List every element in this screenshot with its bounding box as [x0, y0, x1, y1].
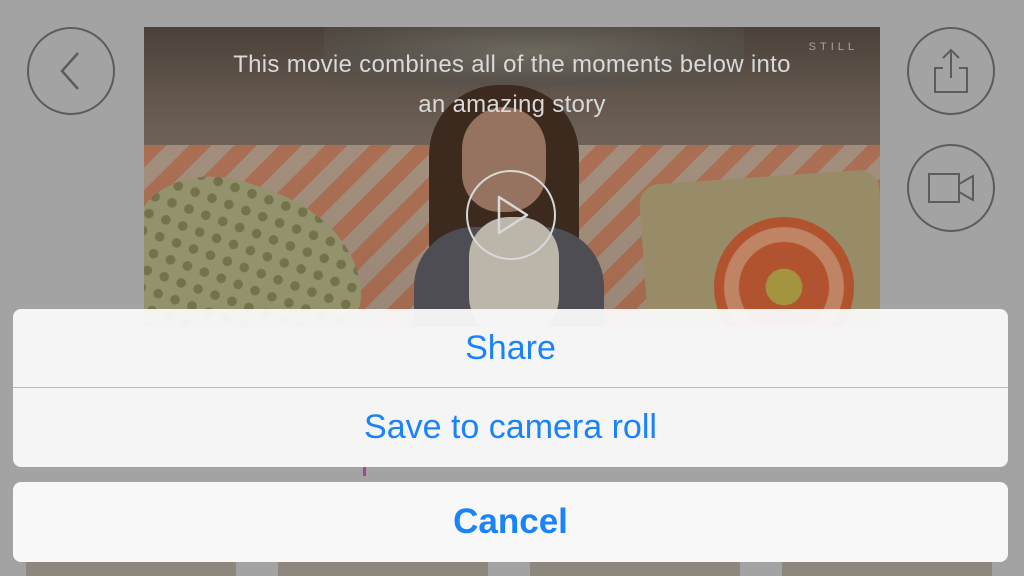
- video-camera-button[interactable]: [907, 144, 995, 232]
- play-icon: [497, 195, 529, 235]
- share-button[interactable]: [907, 27, 995, 115]
- movie-preview[interactable]: This movie combines all of the moments b…: [144, 27, 880, 327]
- action-sheet: Share Save to camera roll: [13, 309, 1008, 467]
- video-camera-icon: [928, 173, 974, 203]
- back-button[interactable]: [27, 27, 115, 115]
- movie-caption: This movie combines all of the moments b…: [144, 45, 880, 125]
- caption-line-1: This movie combines all of the moments b…: [233, 51, 791, 78]
- cancel-button[interactable]: Cancel: [13, 482, 1008, 562]
- caption-line-2: an amazing story: [418, 91, 606, 118]
- share-action-button[interactable]: Share: [13, 309, 1008, 387]
- play-button[interactable]: [466, 170, 556, 260]
- still-watermark: STILL: [808, 41, 858, 53]
- save-to-camera-roll-button[interactable]: Save to camera roll: [13, 388, 1008, 466]
- share-icon: [934, 48, 968, 93]
- chevron-left-icon: [60, 52, 79, 90]
